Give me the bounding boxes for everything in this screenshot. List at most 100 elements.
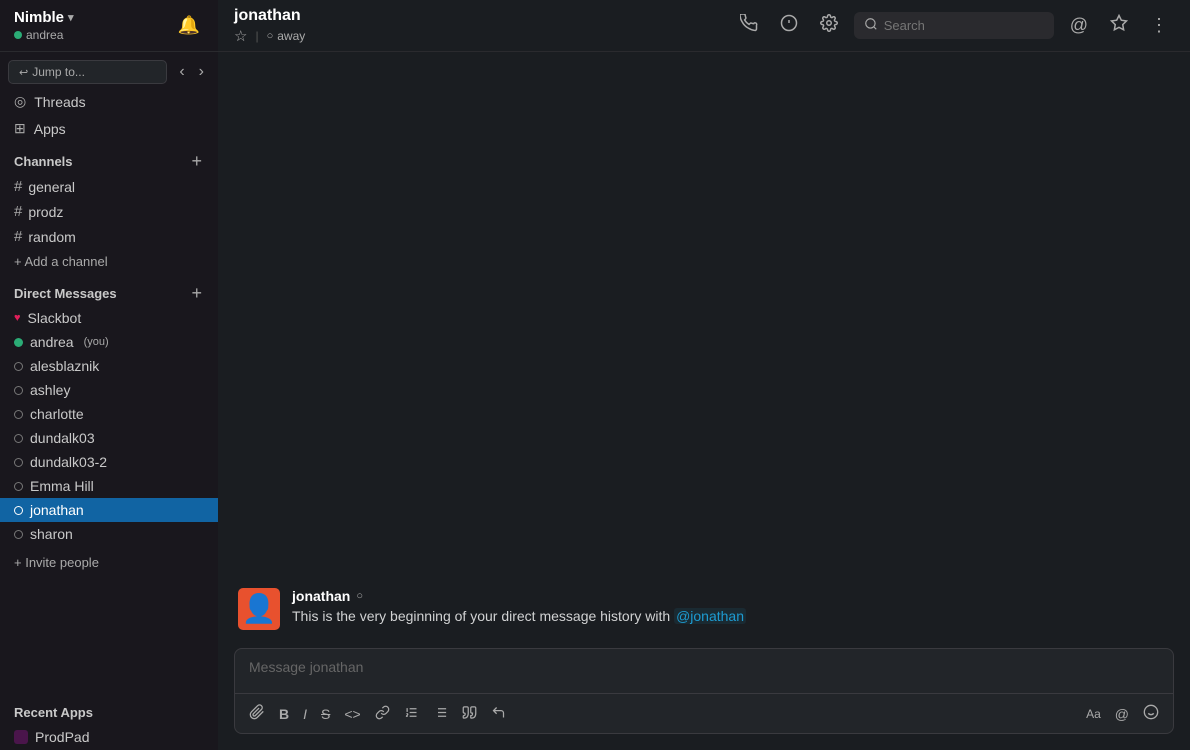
strikethrough-button[interactable]: S	[315, 702, 336, 726]
chat-area: 👤 jonathan ○ This is the very beginning …	[218, 52, 1190, 648]
channel-hash-icon: #	[14, 203, 22, 220]
ordered-list-button[interactable]	[398, 701, 425, 727]
header-status-label: away	[277, 29, 305, 43]
message-toolbar: B I S <>	[235, 693, 1173, 733]
blockquote-button[interactable]	[456, 701, 483, 727]
recent-app-prodpad[interactable]: ProdPad	[0, 724, 218, 750]
dm-item-dundalk03[interactable]: dundalk03	[0, 426, 218, 450]
message-placeholder: Message jonathan	[249, 659, 363, 675]
recent-apps-section: Recent Apps	[0, 694, 218, 724]
bold-button[interactable]: B	[273, 702, 295, 726]
dm-item-ashley[interactable]: ashley	[0, 378, 218, 402]
prodpad-icon	[14, 730, 28, 744]
main-header: jonathan ☆ | ○ away	[218, 0, 1190, 52]
forward-button[interactable]: ›	[193, 60, 210, 84]
channels-section-header: Channels +	[0, 142, 218, 174]
sidebar-item-threads[interactable]: ◎ Threads	[0, 88, 218, 115]
sidebar-header: Nimble ▾ andrea 🔔	[0, 0, 218, 52]
star-icon[interactable]: ☆	[234, 27, 247, 45]
code-button[interactable]: <>	[338, 702, 366, 726]
channel-name-general: general	[28, 179, 75, 195]
dm-name-dundalk03-2: dundalk03-2	[30, 454, 107, 470]
dm-item-slackbot[interactable]: ♥ Slackbot	[0, 306, 218, 330]
avatar-icon: 👤	[242, 595, 277, 623]
history-text: This is the very beginning of your direc…	[292, 608, 670, 624]
search-input[interactable]	[884, 18, 1024, 33]
dm-name-andrea: andrea	[30, 334, 74, 350]
mention-tag[interactable]: @jonathan	[674, 608, 746, 624]
channel-item-general[interactable]: # general	[0, 174, 218, 199]
channels-section-title[interactable]: Channels	[14, 154, 73, 169]
back-button[interactable]: ‹	[173, 60, 190, 84]
italic-button[interactable]: I	[297, 702, 313, 726]
current-user-label: andrea	[26, 28, 63, 42]
slackbot-heart-icon: ♥	[14, 312, 21, 324]
add-channel-button[interactable]: +	[189, 152, 204, 170]
workspace-name[interactable]: Nimble ▾	[14, 9, 74, 26]
phone-button[interactable]	[734, 9, 764, 42]
more-button[interactable]: ⋮	[1144, 10, 1174, 41]
jump-to-row: ↩ Jump to... ‹ ›	[8, 60, 210, 84]
dm-section-header: Direct Messages +	[0, 274, 218, 306]
dm-status-dot-hollow	[14, 410, 23, 419]
dm-item-charlotte[interactable]: charlotte	[0, 402, 218, 426]
unordered-list-button[interactable]	[427, 701, 454, 727]
dm-name-charlotte: charlotte	[30, 406, 84, 422]
channel-item-random[interactable]: # random	[0, 224, 218, 249]
attach-button[interactable]	[243, 700, 271, 727]
dm-item-jonathan[interactable]: jonathan	[0, 498, 218, 522]
text-format-button[interactable]: Aa	[1080, 703, 1107, 725]
avatar: 👤	[238, 588, 280, 630]
add-dm-button[interactable]: +	[189, 284, 204, 302]
dm-status-dot-hollow	[14, 386, 23, 395]
at-button[interactable]: @	[1064, 10, 1094, 41]
dm-name-slackbot: Slackbot	[28, 310, 82, 326]
threads-label: Threads	[34, 94, 85, 110]
header-user-info: jonathan ☆ | ○ away	[234, 7, 724, 45]
apps-label: Apps	[34, 121, 66, 137]
invite-people-button[interactable]: + Invite people	[0, 550, 218, 575]
composer-at-button[interactable]: @	[1109, 702, 1135, 726]
dm-name-ashley: ashley	[30, 382, 70, 398]
dm-item-alesblaznik[interactable]: alesblaznik	[0, 354, 218, 378]
message-input-box: Message jonathan B I S <>	[234, 648, 1174, 734]
link-button[interactable]	[369, 701, 396, 727]
dm-section-title[interactable]: Direct Messages	[14, 286, 117, 301]
apps-icon: ⊞	[14, 120, 26, 137]
jump-icon: ↩	[19, 66, 28, 79]
sidebar: Nimble ▾ andrea 🔔 ↩ Jump to... ‹ › ◎ Thr…	[0, 0, 218, 750]
add-channel-link[interactable]: + Add a channel	[0, 249, 218, 274]
message-content: jonathan ○ This is the very beginning of…	[292, 588, 746, 630]
channel-hash-icon: #	[14, 178, 22, 195]
dm-item-emma-hill[interactable]: Emma Hill	[0, 474, 218, 498]
dm-status-dot-green	[14, 338, 23, 347]
dm-status-dot-hollow	[14, 362, 23, 371]
dm-item-andrea[interactable]: andrea (you)	[0, 330, 218, 354]
dm-status-dot-hollow	[14, 482, 23, 491]
jump-to-button[interactable]: ↩ Jump to...	[8, 60, 167, 84]
search-icon	[864, 17, 878, 34]
chevron-down-icon: ▾	[68, 11, 74, 24]
dm-item-dundalk03-2[interactable]: dundalk03-2	[0, 450, 218, 474]
dm-name-dundalk03: dundalk03	[30, 430, 95, 446]
dm-status-dot-hollow	[14, 458, 23, 467]
dm-item-sharon[interactable]: sharon	[0, 522, 218, 546]
info-button[interactable]	[774, 9, 804, 42]
workspace-name-text: Nimble	[14, 9, 64, 26]
search-box[interactable]	[854, 12, 1054, 39]
threads-icon: ◎	[14, 93, 26, 110]
bell-button[interactable]: 🔔	[174, 11, 204, 40]
header-username: jonathan	[234, 7, 724, 25]
sidebar-item-apps[interactable]: ⊞ Apps	[0, 115, 218, 142]
message-body: This is the very beginning of your direc…	[292, 606, 746, 627]
status-circle-icon: ○	[267, 30, 274, 42]
bookmark-button[interactable]	[1104, 9, 1134, 42]
channel-name-random: random	[28, 229, 75, 245]
main-content: jonathan ☆ | ○ away	[218, 0, 1190, 750]
message-input-field[interactable]: Message jonathan	[235, 649, 1173, 693]
undo-button[interactable]	[485, 701, 512, 727]
channel-item-prodz[interactable]: # prodz	[0, 199, 218, 224]
emoji-button[interactable]	[1137, 700, 1165, 727]
settings-button[interactable]	[814, 9, 844, 42]
message-input-area: Message jonathan B I S <>	[218, 648, 1190, 750]
